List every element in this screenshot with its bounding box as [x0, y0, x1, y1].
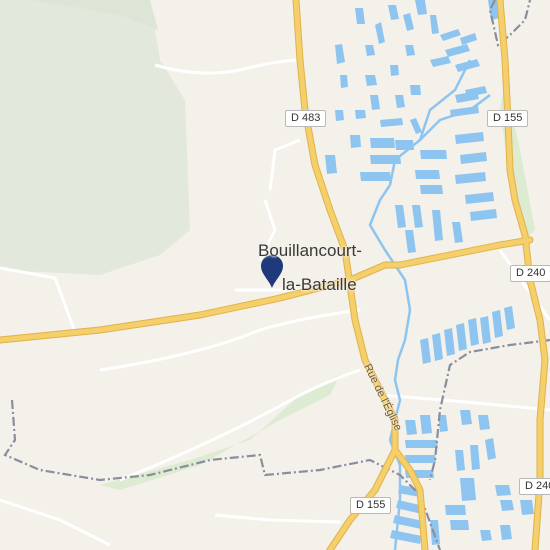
- ponds-north: [325, 0, 500, 253]
- place-label-line1: Bouillancourt-: [258, 241, 362, 260]
- forest-area: [0, 0, 190, 275]
- map-view[interactable]: D 483 D 155 D 240 D 240 D 155 Bouillanco…: [0, 0, 550, 550]
- road-label-d155-north: D 155: [487, 110, 529, 127]
- road-label-d240-east: D 240: [510, 265, 550, 282]
- road-label-d483: D 483: [285, 110, 327, 127]
- road-label-d155-south: D 155: [350, 497, 392, 514]
- road-label-d240-south: D 240: [519, 478, 550, 495]
- map-canvas[interactable]: [0, 0, 550, 550]
- place-label-line2: la-Bataille: [282, 275, 357, 294]
- ponds-south: [390, 306, 534, 545]
